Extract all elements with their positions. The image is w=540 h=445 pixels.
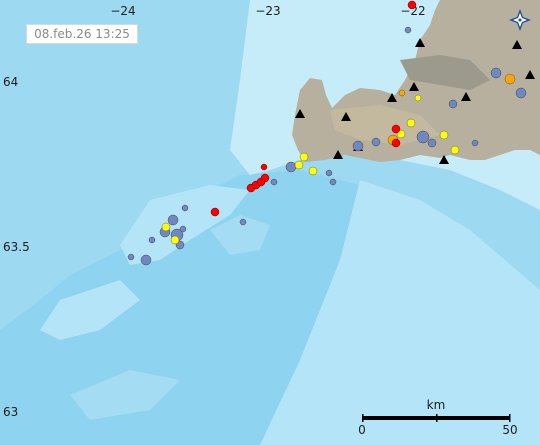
- quake-dot[interactable]: [504, 73, 516, 85]
- quake-dot[interactable]: [181, 204, 189, 212]
- quake-dot[interactable]: [407, 0, 417, 10]
- quake-dot[interactable]: [127, 253, 135, 261]
- quake-dot[interactable]: [371, 137, 381, 147]
- quake-dot[interactable]: [285, 161, 297, 173]
- scale-bar-end: 50: [502, 423, 517, 437]
- timestamp-label: 08.feb.26 13:25: [26, 24, 138, 44]
- quake-dot[interactable]: [515, 87, 527, 99]
- quake-dot[interactable]: [170, 235, 180, 245]
- quake-dot[interactable]: [406, 118, 416, 128]
- scale-bar-unit: km: [427, 398, 446, 412]
- longitude-label: −24: [110, 4, 135, 18]
- latitude-label: 64: [3, 75, 18, 89]
- quake-dot[interactable]: [239, 218, 247, 226]
- quake-dot[interactable]: [294, 160, 304, 170]
- quake-dot[interactable]: [179, 225, 187, 233]
- quake-dot[interactable]: [391, 124, 401, 134]
- longitude-label: −23: [255, 4, 280, 18]
- quake-dot[interactable]: [140, 254, 152, 266]
- quake-dot[interactable]: [414, 94, 422, 102]
- earthquake-map[interactable]: −24 −23 −22 64 63.5 63 km 0 50 08.feb.26…: [0, 0, 540, 445]
- quake-dot[interactable]: [427, 138, 437, 148]
- quake-dot[interactable]: [398, 89, 406, 97]
- quake-dot[interactable]: [167, 214, 179, 226]
- quake-dot[interactable]: [448, 99, 458, 109]
- latitude-label: 63.5: [3, 240, 30, 254]
- quake-dot[interactable]: [260, 163, 268, 171]
- quake-dot[interactable]: [404, 26, 412, 34]
- quake-dot[interactable]: [352, 140, 364, 152]
- quake-dot[interactable]: [161, 222, 171, 232]
- quake-dot[interactable]: [439, 130, 449, 140]
- quake-dot[interactable]: [471, 139, 479, 147]
- quake-dot[interactable]: [490, 67, 502, 79]
- quake-dot[interactable]: [148, 236, 156, 244]
- latitude-label: 63: [3, 405, 18, 419]
- quake-dot[interactable]: [299, 152, 309, 162]
- quake-dot[interactable]: [329, 178, 337, 186]
- scale-bar-start: 0: [358, 423, 366, 437]
- quake-dot[interactable]: [210, 207, 220, 217]
- map-canvas[interactable]: −24 −23 −22 6463.563 km 0 50: [0, 0, 540, 445]
- quake-dot[interactable]: [260, 173, 270, 183]
- quake-dot[interactable]: [308, 166, 318, 176]
- quake-dot[interactable]: [391, 138, 401, 148]
- quake-dot[interactable]: [416, 130, 430, 144]
- quake-dot[interactable]: [450, 145, 460, 155]
- quake-dot[interactable]: [270, 178, 278, 186]
- quake-dot[interactable]: [325, 169, 333, 177]
